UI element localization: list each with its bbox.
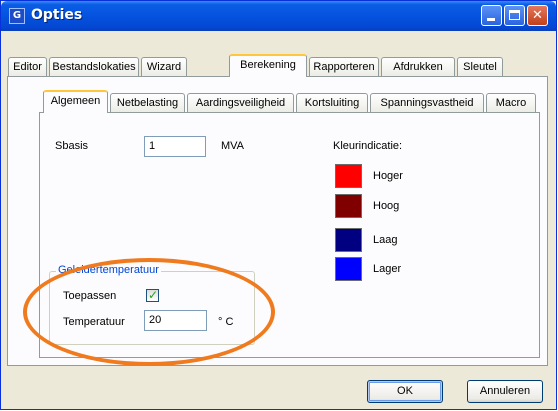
tab-kortsluiting[interactable]: Kortsluiting: [296, 93, 368, 113]
apply-checkbox[interactable]: ✓: [146, 288, 159, 302]
tab-berekening[interactable]: Berekening: [229, 54, 307, 77]
maximize-icon: [509, 10, 520, 20]
legend-label-laag: Laag: [373, 234, 398, 246]
maximize-button[interactable]: [504, 5, 525, 26]
title-bar[interactable]: G Opties ✕: [1, 1, 556, 31]
sbasis-label: Sbasis: [55, 140, 89, 152]
close-button[interactable]: ✕: [527, 5, 548, 26]
tab-sleutel[interactable]: Sleutel: [457, 57, 503, 77]
temperature-unit: ° C: [218, 316, 234, 328]
minimize-button[interactable]: [481, 5, 502, 26]
swatch-laag: [335, 228, 362, 252]
temperature-input[interactable]: 20: [144, 310, 207, 331]
checkmark-icon: ✓: [147, 288, 159, 302]
sbasis-input[interactable]: 1: [144, 136, 206, 157]
minimize-icon: [487, 18, 495, 21]
legend-label-hoog: Hoog: [373, 200, 400, 212]
tab-bestandslokaties[interactable]: Bestandslokaties: [49, 57, 139, 77]
app-icon: G: [9, 8, 25, 24]
legend-label-lager: Lager: [373, 263, 402, 275]
tab-spanningsvastheid[interactable]: Spanningsvastheid: [370, 93, 484, 113]
group-title: Geleidertemperatuur: [56, 264, 161, 276]
tab-algemeen[interactable]: Algemeen: [43, 90, 108, 113]
tab-rapporteren[interactable]: Rapporteren: [309, 57, 379, 77]
temperature-label: Temperatuur: [63, 316, 125, 328]
swatch-hoger: [335, 164, 362, 188]
color-legend-title: Kleurindicatie:: [333, 140, 403, 152]
window-title: Opties: [31, 7, 83, 23]
apply-label: Toepassen: [63, 290, 117, 302]
tab-aardingsveiligheid[interactable]: Aardingsveiligheid: [187, 93, 294, 113]
swatch-hoog: [335, 194, 362, 218]
options-dialog: G Opties ✕ Editor Bestandslokaties Wizar…: [0, 0, 557, 410]
tab-netbelasting[interactable]: Netbelasting: [110, 93, 185, 113]
tab-macro[interactable]: Macro: [486, 93, 536, 113]
ok-button[interactable]: OK: [367, 380, 443, 403]
legend-label-hoger: Hoger: [373, 170, 403, 182]
swatch-lager: [335, 257, 362, 281]
sbasis-unit: MVA: [221, 140, 245, 152]
tab-wizard[interactable]: Wizard: [141, 57, 187, 77]
close-icon: ✕: [532, 8, 543, 23]
tab-editor[interactable]: Editor: [8, 57, 47, 77]
conductor-temperature-group: Geleidertemperatuur: [49, 264, 255, 345]
cancel-button[interactable]: Annuleren: [467, 380, 543, 403]
tab-afdrukken[interactable]: Afdrukken: [381, 57, 455, 77]
